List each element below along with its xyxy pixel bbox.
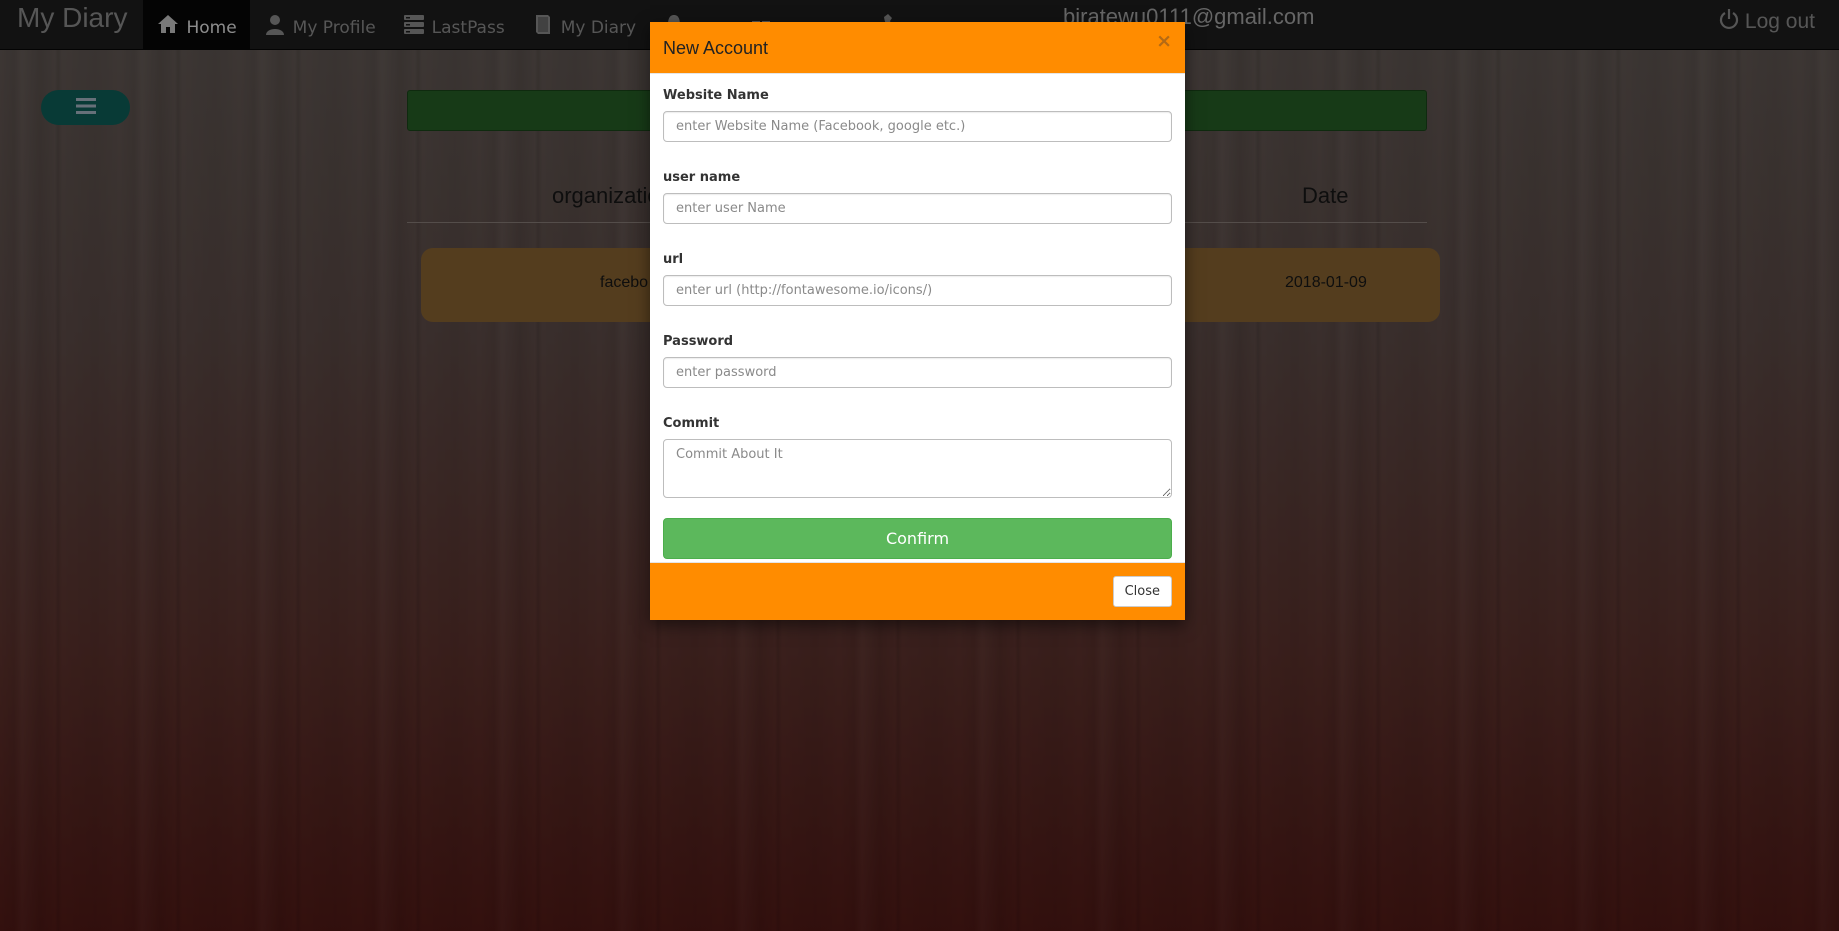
close-icon[interactable]: × [1156,32,1172,51]
username-input[interactable] [663,193,1172,224]
url-input[interactable] [663,275,1172,306]
commit-label: Commit [663,416,720,431]
username-label: user name [663,170,741,185]
modal-body: Website Name user name url Password Comm… [650,74,1185,559]
modal-title: New Account [663,38,769,58]
website-name-label: Website Name [663,88,769,103]
new-account-modal: New Account × Website Name user name url… [650,22,1185,620]
modal-header: New Account × [650,22,1185,74]
close-button[interactable]: Close [1112,576,1172,607]
password-label: Password [663,334,734,349]
url-label: url [663,252,684,267]
website-name-input[interactable] [663,111,1172,142]
modal-footer: Close [650,562,1185,620]
confirm-button[interactable]: Confirm [663,518,1172,559]
commit-textarea[interactable] [663,439,1172,498]
password-input[interactable] [663,357,1172,388]
